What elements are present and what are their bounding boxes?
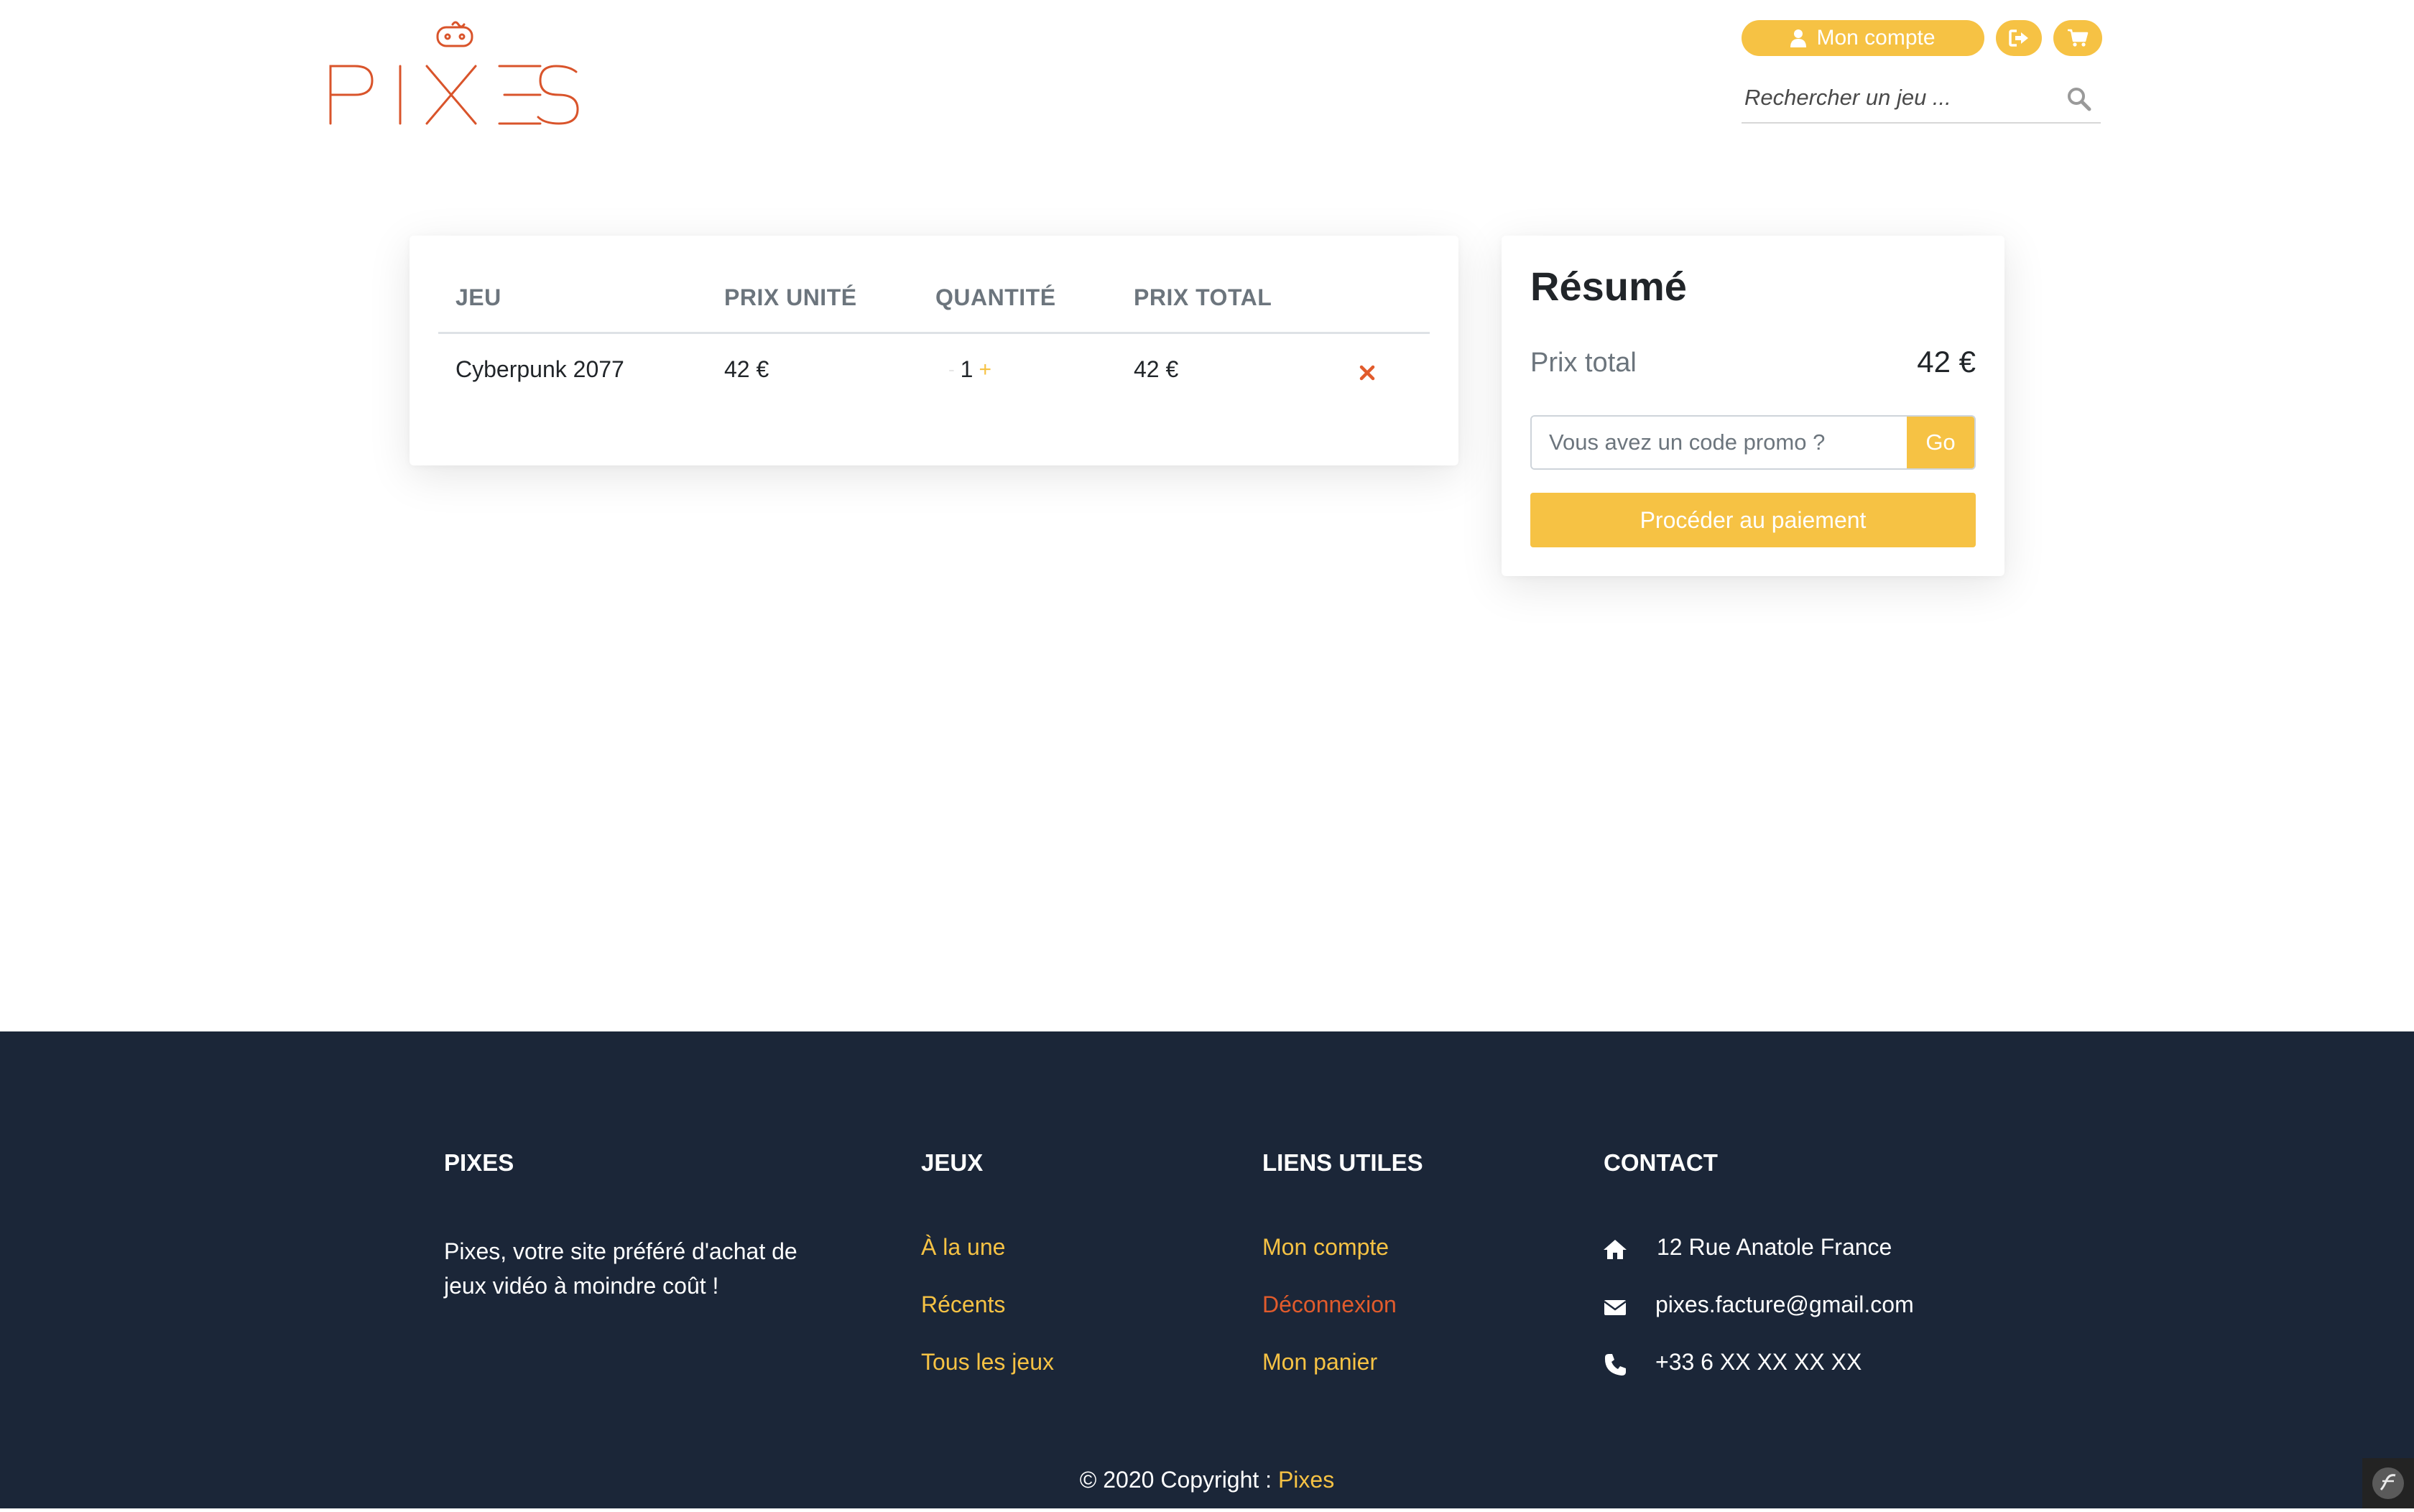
search-bar: [1742, 75, 2101, 124]
footer-link-all-games[interactable]: Tous les jeux: [921, 1349, 1054, 1376]
sign-out-icon: [2009, 29, 2028, 47]
envelope-icon: [1604, 1300, 1627, 1315]
copyright-text: © 2020 Copyright :: [1079, 1467, 1278, 1493]
remove-item-button[interactable]: [1356, 362, 1378, 384]
quantity-increase-button[interactable]: +: [979, 358, 991, 382]
symfony-debug-toolbar-toggle[interactable]: [2362, 1458, 2414, 1508]
footer-link-my-account[interactable]: Mon compte: [1262, 1234, 1389, 1261]
phone-icon: [1604, 1354, 1626, 1376]
cell-game-name: Cyberpunk 2077: [455, 356, 624, 382]
column-header-quantity: QUANTITÉ: [935, 284, 1056, 310]
footer-link-logout[interactable]: Déconnexion: [1262, 1291, 1397, 1318]
user-icon: [1790, 29, 1807, 47]
copyright: © 2020 Copyright : Pixes: [0, 1467, 2414, 1493]
footer-link-my-cart[interactable]: Mon panier: [1262, 1349, 1377, 1376]
column-header-game: JEU: [455, 284, 501, 310]
footer-link-recent[interactable]: Récents: [921, 1291, 1005, 1318]
footer: PIXES Pixes, votre site préféré d'achat …: [0, 1031, 2414, 1508]
search-input[interactable]: [1743, 78, 2048, 118]
summary-card: Résumé Prix total 42 € Go Procéder au pa…: [1502, 236, 2004, 576]
copyright-brand-link[interactable]: Pixes: [1278, 1467, 1334, 1493]
cell-total-price: 42 €: [1134, 356, 1179, 382]
home-icon: [1604, 1240, 1627, 1259]
footer-title-games: JEUX: [921, 1149, 984, 1176]
checkout-button[interactable]: Procéder au paiement: [1530, 493, 1976, 547]
column-header-total-price: PRIX TOTAL: [1134, 284, 1272, 310]
account-button[interactable]: Mon compte: [1742, 20, 1984, 56]
cart-icon: [2068, 29, 2089, 47]
promo-apply-button[interactable]: Go: [1907, 417, 1974, 468]
total-price-value: 42 €: [1917, 345, 1976, 379]
contact-email: pixes.facture@gmail.com: [1655, 1291, 1914, 1317]
footer-title-pixes: PIXES: [444, 1149, 514, 1176]
cart-table-card: JEU PRIX UNITÉ QUANTITÉ PRIX TOTAL Cyber…: [410, 236, 1458, 465]
logo-graphic: [329, 21, 579, 125]
times-icon: [1359, 365, 1375, 381]
total-price-label: Prix total: [1530, 348, 1637, 378]
footer-title-useful-links: LIENS UTILES: [1262, 1149, 1423, 1176]
cart-button[interactable]: [2053, 20, 2102, 56]
contact-address: 12 Rue Anatole France: [1657, 1234, 1892, 1260]
pixes-logo[interactable]: [325, 14, 583, 134]
search-icon: [2068, 88, 2091, 111]
contact-phone: +33 6 XX XX XX XX: [1655, 1349, 1862, 1375]
quantity-decrease-button[interactable]: -: [948, 358, 955, 381]
table-header-divider: [438, 332, 1430, 334]
footer-description: Pixes, votre site préféré d'achat de jeu…: [444, 1238, 797, 1299]
cell-unit-price: 42 €: [724, 356, 769, 382]
search-button[interactable]: [2065, 85, 2094, 113]
quantity-value: 1: [960, 356, 974, 382]
header-actions: Mon compte: [1742, 20, 2104, 125]
promo-code-group: Go: [1530, 415, 1976, 470]
logout-button[interactable]: [1996, 20, 2042, 56]
promo-code-input[interactable]: [1532, 417, 1907, 468]
quantity-stepper: - 1 +: [948, 356, 991, 383]
footer-link-featured[interactable]: À la une: [921, 1234, 1005, 1261]
account-label: Mon compte: [1816, 26, 1936, 50]
column-header-unit-price: PRIX UNITÉ: [724, 284, 857, 310]
summary-title: Résumé: [1530, 264, 1687, 309]
symfony-icon: [2372, 1467, 2404, 1499]
footer-title-contact: CONTACT: [1604, 1149, 1718, 1176]
